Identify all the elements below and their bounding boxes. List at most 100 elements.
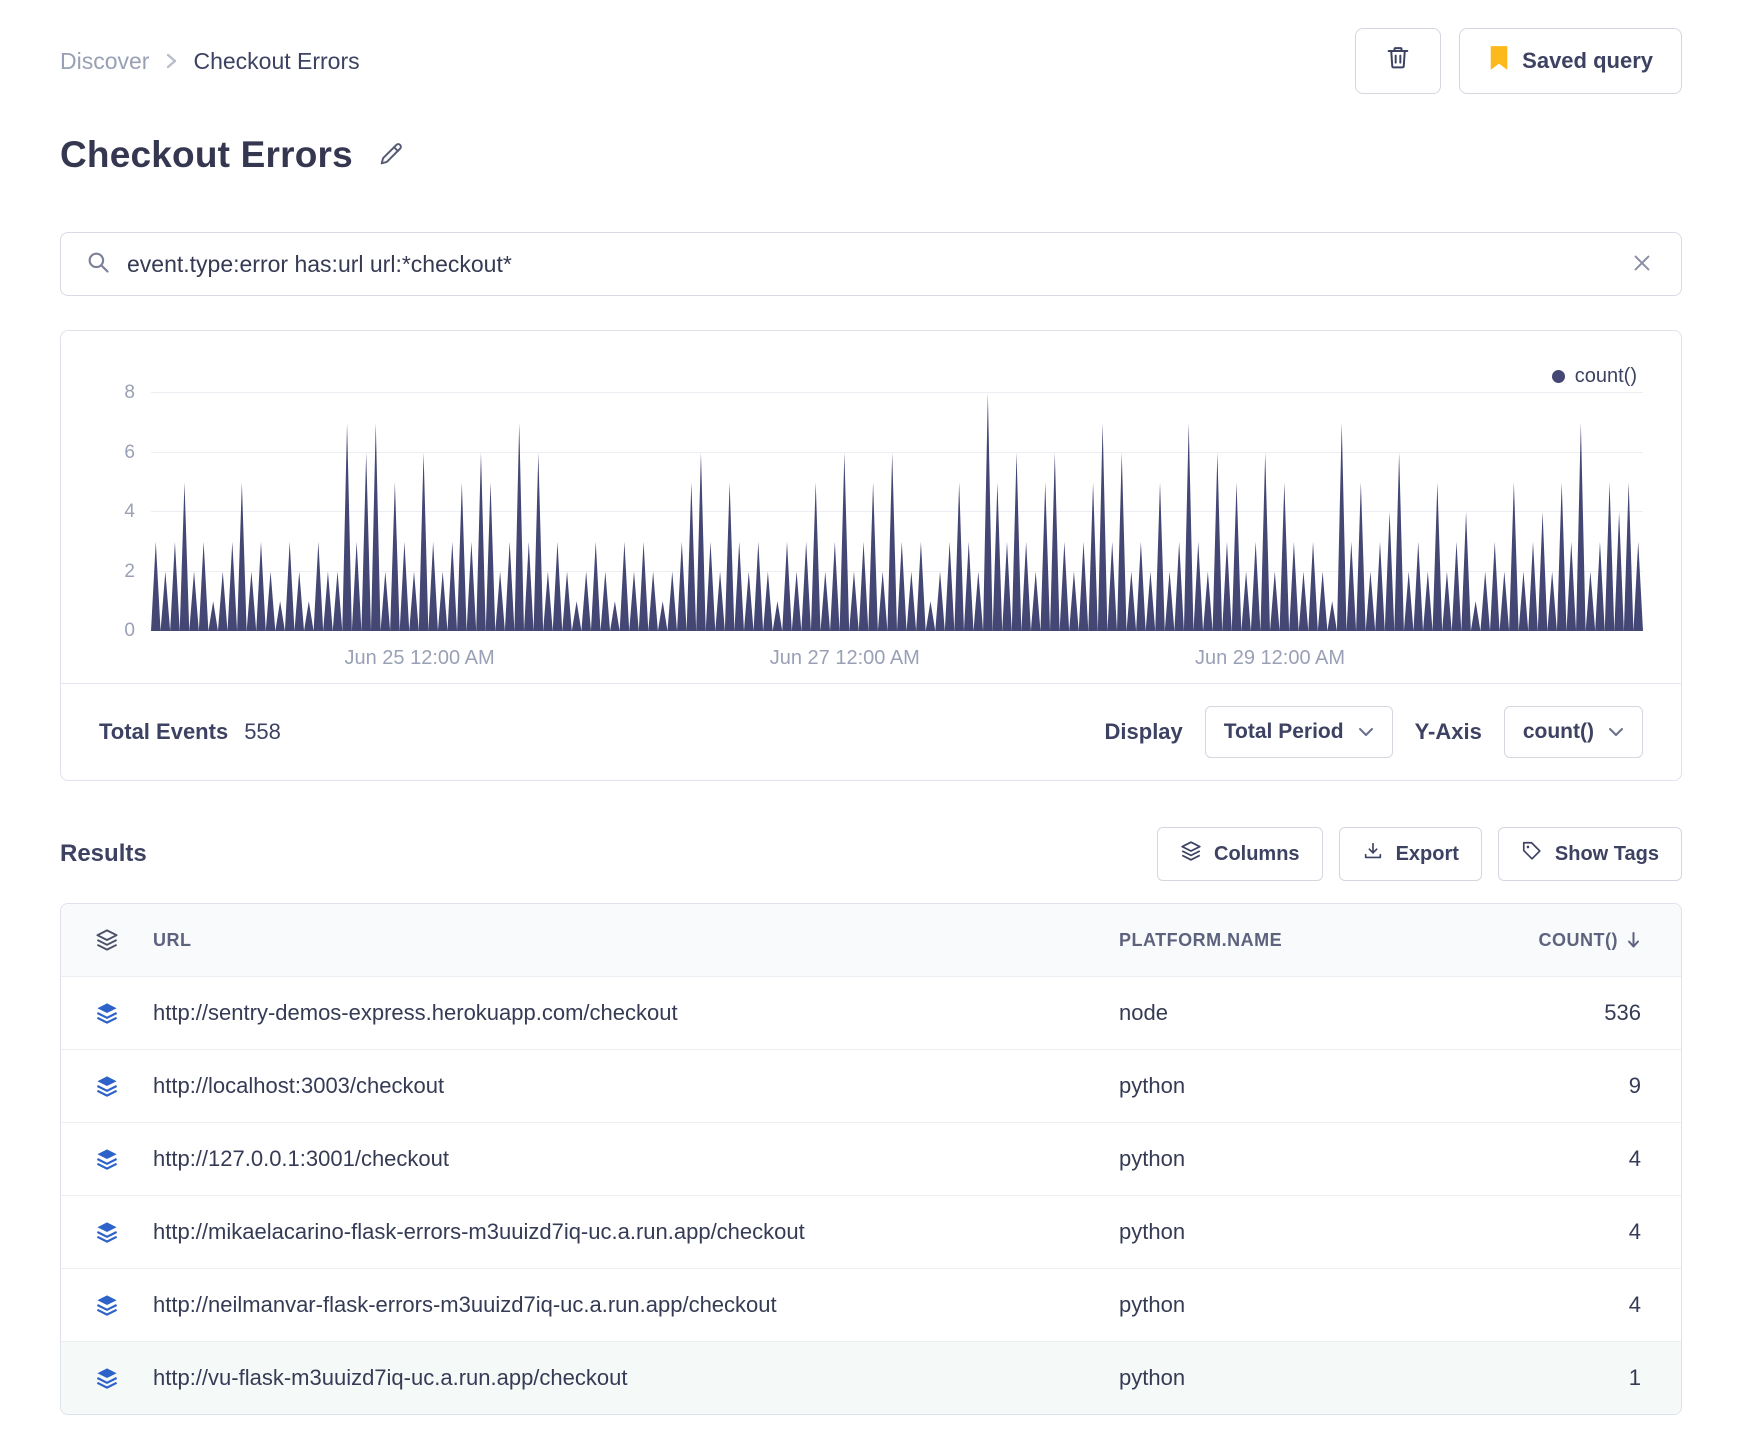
row-platform: python — [1119, 1073, 1186, 1098]
chart-svg — [151, 393, 1643, 631]
stack-icon — [61, 1001, 153, 1025]
footer-controls: Display Total Period Y-Axis count() — [1105, 706, 1643, 758]
row-url[interactable]: http://127.0.0.1:3001/checkout — [153, 1146, 1119, 1172]
row-platform: python — [1119, 1219, 1186, 1244]
row-count: 536 — [1604, 1000, 1641, 1025]
title-row: Checkout Errors — [60, 134, 1682, 176]
table-row[interactable]: http://vu-flask-m3uuizd7iq-uc.a.run.app/… — [61, 1341, 1681, 1414]
legend-label: count() — [1574, 365, 1637, 387]
tag-icon — [1521, 840, 1543, 868]
trash-icon — [1384, 44, 1412, 78]
y-tick: 0 — [124, 620, 135, 641]
columns-icon — [1180, 840, 1202, 868]
row-count: 4 — [1628, 1219, 1641, 1244]
close-icon — [1631, 252, 1653, 277]
y-tick: 8 — [124, 382, 135, 403]
results-header: Results Columns Export Show Tags — [60, 827, 1682, 881]
breadcrumb: Discover Checkout Errors — [60, 48, 360, 75]
download-icon — [1362, 840, 1384, 868]
sort-desc-icon — [1626, 931, 1641, 949]
stack-icon — [61, 928, 153, 952]
row-platform: python — [1119, 1365, 1186, 1390]
x-axis-labels: Jun 25 12:00 AM Jun 27 12:00 AM Jun 29 1… — [151, 631, 1643, 683]
stack-icon — [61, 1366, 153, 1390]
y-axis-label: Y-Axis — [1414, 719, 1482, 744]
results-table: URL PLATFORM.NAME COUNT() http://sentry-… — [60, 903, 1682, 1415]
results-table-rows: http://sentry-demos-express.herokuapp.co… — [61, 976, 1681, 1414]
display-dropdown[interactable]: Total Period — [1204, 706, 1393, 758]
search-bar — [60, 232, 1682, 296]
clear-search-button[interactable] — [1627, 248, 1657, 281]
row-url[interactable]: http://vu-flask-m3uuizd7iq-uc.a.run.app/… — [153, 1365, 1119, 1391]
y-axis-dropdown-value: count() — [1522, 720, 1594, 743]
y-axis-dropdown[interactable]: count() — [1503, 706, 1643, 758]
chart-area: count() 8 6 4 2 0 Jun 25 12:00 AM Jun 27… — [61, 331, 1681, 683]
row-platform: node — [1119, 1000, 1168, 1025]
breadcrumb-current: Checkout Errors — [193, 47, 360, 74]
y-axis-labels: 8 6 4 2 0 — [99, 382, 151, 641]
search-query-input[interactable] — [127, 250, 1611, 278]
total-events: Total Events 558 — [99, 719, 281, 745]
chevron-down-icon — [1358, 720, 1374, 744]
platform-column-header[interactable]: PLATFORM.NAME — [1119, 930, 1469, 951]
row-count: 4 — [1628, 1146, 1641, 1171]
count-column-header[interactable]: COUNT() — [1469, 930, 1681, 951]
chart-panel: count() 8 6 4 2 0 Jun 25 12:00 AM Jun 27… — [60, 330, 1682, 781]
row-url[interactable]: http://sentry-demos-express.herokuapp.co… — [153, 1000, 1119, 1026]
export-button-label: Export — [1395, 842, 1459, 865]
legend-dot-icon — [1551, 370, 1565, 383]
x-tick: Jun 29 12:00 AM — [1194, 647, 1346, 669]
export-button[interactable]: Export — [1338, 827, 1482, 881]
table-row[interactable]: http://sentry-demos-express.herokuapp.co… — [61, 976, 1681, 1049]
display-label: Display — [1104, 719, 1183, 744]
delete-query-button[interactable] — [1355, 28, 1442, 94]
row-url[interactable]: http://localhost:3003/checkout — [153, 1073, 1119, 1099]
row-url[interactable]: http://neilmanvar-flask-errors-m3uuizd7i… — [153, 1292, 1119, 1318]
row-platform: python — [1119, 1292, 1186, 1317]
search-icon — [85, 249, 111, 280]
row-count: 1 — [1628, 1365, 1641, 1390]
row-count: 9 — [1628, 1073, 1641, 1098]
stack-icon — [61, 1293, 153, 1317]
page-title: Checkout Errors — [60, 134, 353, 175]
display-dropdown-value: Total Period — [1223, 720, 1344, 743]
x-tick: Jun 27 12:00 AM — [769, 647, 920, 669]
x-tick: Jun 25 12:00 AM — [344, 647, 495, 669]
saved-query-button[interactable]: Saved query — [1459, 28, 1682, 94]
results-buttons: Columns Export Show Tags — [1157, 827, 1682, 881]
stack-icon — [61, 1074, 153, 1098]
chart-legend[interactable]: count() — [1551, 365, 1637, 388]
stack-icon — [61, 1147, 153, 1171]
table-row[interactable]: http://neilmanvar-flask-errors-m3uuizd7i… — [61, 1268, 1681, 1341]
edit-title-button[interactable] — [373, 136, 409, 175]
results-heading: Results — [60, 840, 147, 867]
show-tags-button-label: Show Tags — [1554, 842, 1659, 865]
table-row[interactable]: http://localhost:3003/checkout python 9 — [61, 1049, 1681, 1122]
bookmark-icon — [1488, 45, 1510, 77]
url-column-header[interactable]: URL — [153, 930, 1119, 951]
total-events-label: Total Events — [99, 719, 229, 744]
table-row[interactable]: http://mikaelacarino-flask-errors-m3uuiz… — [61, 1195, 1681, 1268]
columns-button[interactable]: Columns — [1157, 827, 1323, 881]
row-platform: python — [1119, 1146, 1186, 1171]
table-row[interactable]: http://127.0.0.1:3001/checkout python 4 — [61, 1122, 1681, 1195]
row-url[interactable]: http://mikaelacarino-flask-errors-m3uuiz… — [153, 1219, 1119, 1245]
chevron-down-icon — [1608, 720, 1624, 744]
y-tick: 4 — [124, 501, 135, 522]
discover-page: Discover Checkout Errors Saved query Che… — [0, 0, 1742, 1455]
chart-footer: Total Events 558 Display Total Period Y-… — [61, 683, 1681, 780]
columns-button-label: Columns — [1214, 842, 1300, 865]
show-tags-button[interactable]: Show Tags — [1497, 827, 1682, 881]
row-count: 4 — [1628, 1292, 1641, 1317]
y-tick: 6 — [124, 441, 135, 463]
y-tick: 2 — [124, 560, 135, 582]
saved-query-label: Saved query — [1522, 48, 1653, 73]
topbar-actions: Saved query — [1355, 28, 1682, 94]
chart-plot — [151, 392, 1643, 631]
pencil-icon — [377, 140, 405, 171]
chevron-right-icon — [163, 49, 179, 73]
count-header-label: COUNT() — [1538, 929, 1618, 950]
top-bar: Discover Checkout Errors Saved query — [60, 28, 1682, 94]
results-table-header: URL PLATFORM.NAME COUNT() — [61, 904, 1681, 976]
breadcrumb-discover[interactable]: Discover — [60, 48, 149, 75]
